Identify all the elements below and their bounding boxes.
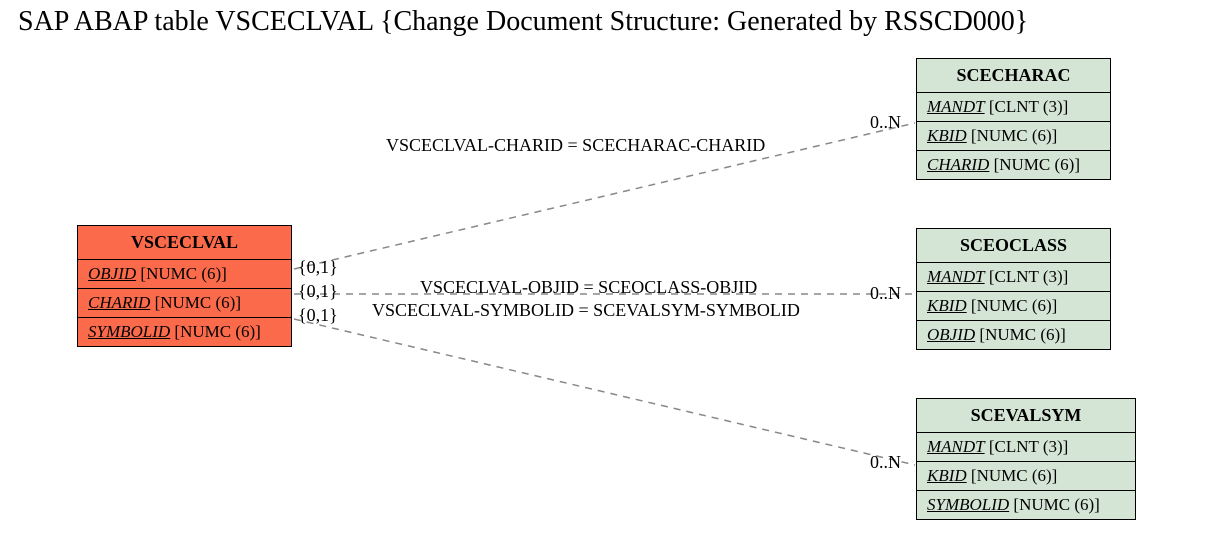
relationship-label: VSCECLVAL-CHARID = SCECHARAC-CHARID <box>386 135 765 156</box>
field-name: KBID <box>927 466 967 485</box>
field-type: [NUMC (6)] <box>994 155 1080 174</box>
table-row: MANDT [CLNT (3)] <box>917 93 1110 122</box>
field-type: [NUMC (6)] <box>979 325 1065 344</box>
field-type: [NUMC (6)] <box>155 293 241 312</box>
table-row: SYMBOLID [NUMC (6)] <box>917 491 1135 519</box>
table-row: KBID [NUMC (6)] <box>917 122 1110 151</box>
table-row: OBJID [NUMC (6)] <box>78 260 291 289</box>
field-type: [NUMC (6)] <box>140 264 226 283</box>
table-vsceclval: VSCECLVAL OBJID [NUMC (6)] CHARID [NUMC … <box>77 225 292 347</box>
field-name: KBID <box>927 126 967 145</box>
table-scecharac: SCECHARAC MANDT [CLNT (3)] KBID [NUMC (6… <box>916 58 1111 180</box>
table-header: VSCECLVAL <box>78 226 291 260</box>
field-name: KBID <box>927 296 967 315</box>
cardinality-right: 0..N <box>870 112 901 133</box>
field-name: SYMBOLID <box>927 495 1009 514</box>
field-type: [CLNT (3)] <box>989 97 1068 116</box>
cardinality-right: 0..N <box>870 283 901 304</box>
field-type: [NUMC (6)] <box>971 126 1057 145</box>
cardinality-left: {0,1} <box>298 305 338 326</box>
table-header: SCEVALSYM <box>917 399 1135 433</box>
field-name: CHARID <box>88 293 150 312</box>
table-row: MANDT [CLNT (3)] <box>917 263 1110 292</box>
field-name: MANDT <box>927 437 985 456</box>
field-name: CHARID <box>927 155 989 174</box>
table-row: KBID [NUMC (6)] <box>917 462 1135 491</box>
field-type: [NUMC (6)] <box>1013 495 1099 514</box>
page-title: SAP ABAP table VSCECLVAL {Change Documen… <box>0 6 1208 38</box>
table-scevalsym: SCEVALSYM MANDT [CLNT (3)] KBID [NUMC (6… <box>916 398 1136 520</box>
table-row: CHARID [NUMC (6)] <box>917 151 1110 179</box>
table-row: OBJID [NUMC (6)] <box>917 321 1110 349</box>
table-header: SCECHARAC <box>917 59 1110 93</box>
field-name: MANDT <box>927 97 985 116</box>
field-type: [NUMC (6)] <box>971 466 1057 485</box>
field-name: OBJID <box>927 325 975 344</box>
table-header: SCEOCLASS <box>917 229 1110 263</box>
cardinality-right: 0..N <box>870 452 901 473</box>
field-type: [CLNT (3)] <box>989 437 1068 456</box>
field-type: [CLNT (3)] <box>989 267 1068 286</box>
relationship-label: VSCECLVAL-SYMBOLID = SCEVALSYM-SYMBOLID <box>372 300 800 321</box>
cardinality-left: {0,1} <box>298 281 338 302</box>
table-row: MANDT [CLNT (3)] <box>917 433 1135 462</box>
table-row: SYMBOLID [NUMC (6)] <box>78 318 291 346</box>
cardinality-left: {0,1} <box>298 257 338 278</box>
field-name: SYMBOLID <box>88 322 170 341</box>
relationship-label: VSCECLVAL-OBJID = SCEOCLASS-OBJID <box>420 277 757 298</box>
table-row: CHARID [NUMC (6)] <box>78 289 291 318</box>
field-name: OBJID <box>88 264 136 283</box>
field-type: [NUMC (6)] <box>174 322 260 341</box>
diagram-canvas: { "title": "SAP ABAP table VSCECLVAL {Ch… <box>0 0 1208 543</box>
table-row: KBID [NUMC (6)] <box>917 292 1110 321</box>
table-sceoclass: SCEOCLASS MANDT [CLNT (3)] KBID [NUMC (6… <box>916 228 1111 350</box>
field-type: [NUMC (6)] <box>971 296 1057 315</box>
field-name: MANDT <box>927 267 985 286</box>
